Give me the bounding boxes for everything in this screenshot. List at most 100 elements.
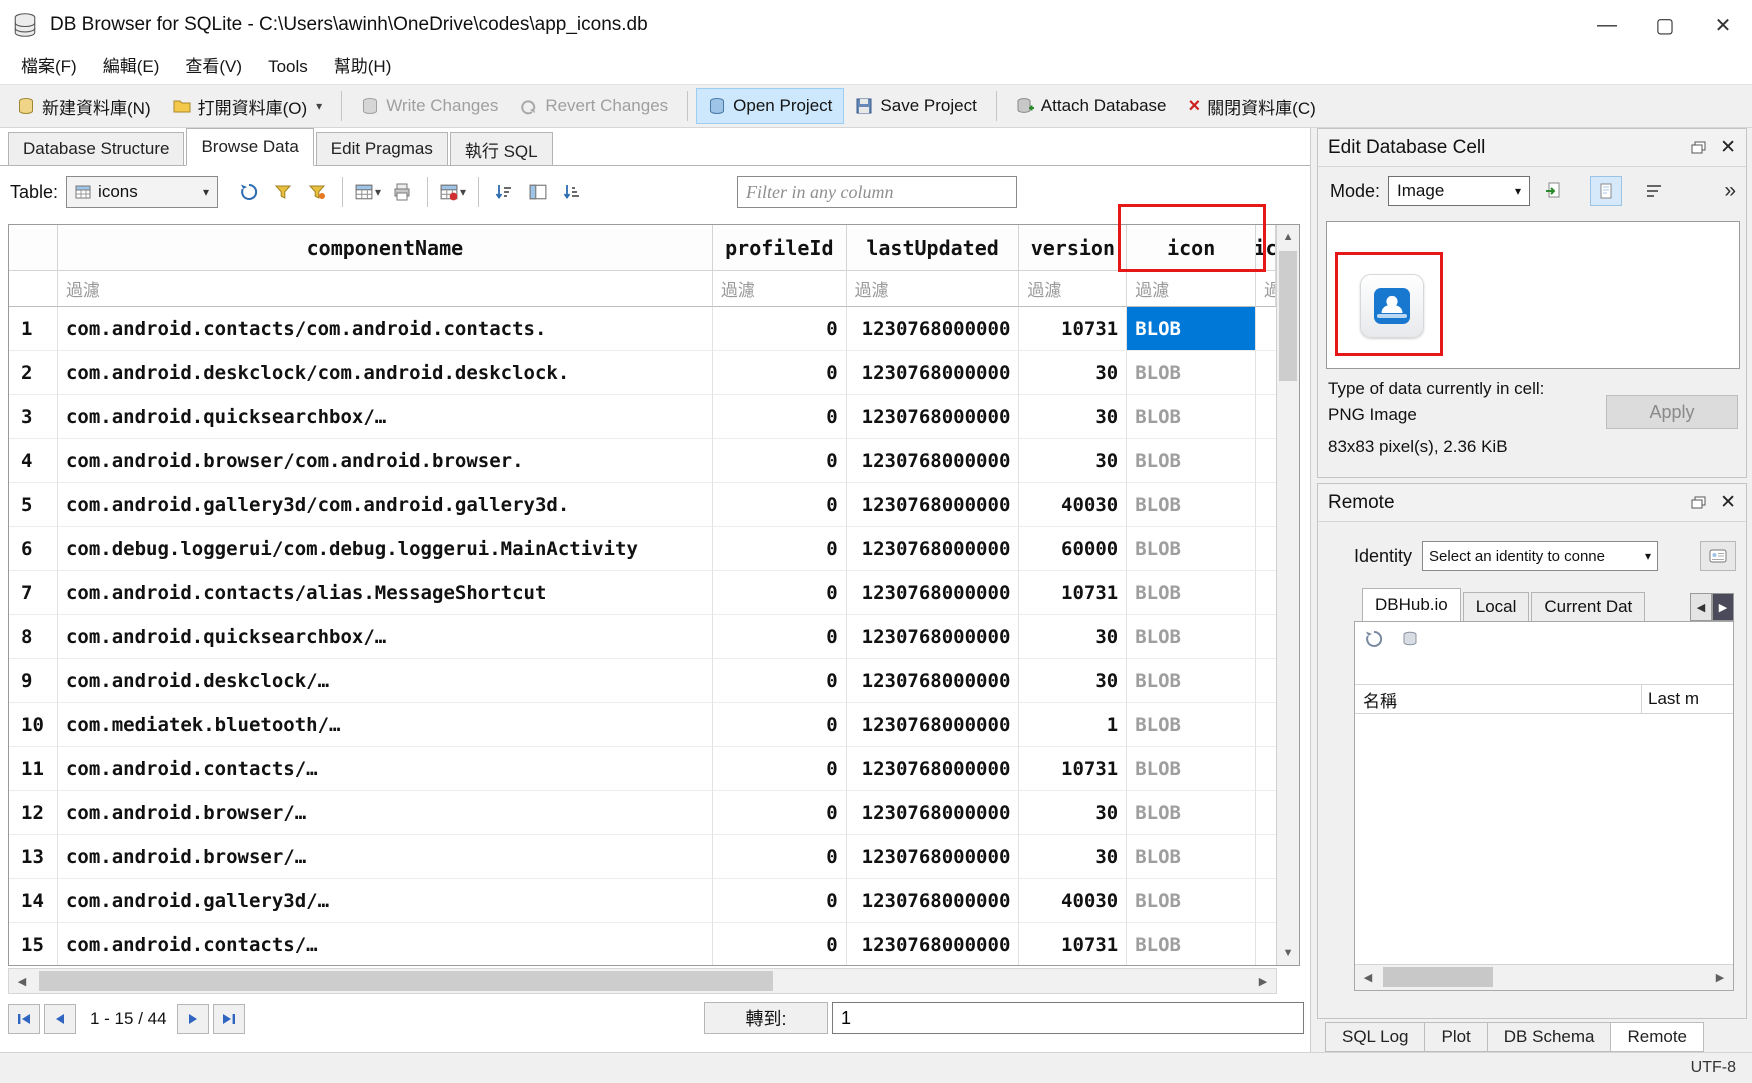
cell-lastUpdated[interactable]: 1230768000000 xyxy=(847,307,1020,351)
cell-profileId[interactable]: 0 xyxy=(713,527,847,571)
cell-icon-blob[interactable]: BLOB xyxy=(1127,923,1256,965)
attach-database-button[interactable]: Attach Database xyxy=(1005,88,1178,124)
cell-version[interactable]: 60000 xyxy=(1019,527,1127,571)
row-number-cell[interactable]: 6 xyxy=(9,527,58,571)
save-filters-button[interactable] xyxy=(300,176,334,208)
freeze-columns-button[interactable] xyxy=(521,176,555,208)
cell-lastUpdated[interactable]: 1230768000000 xyxy=(847,703,1020,747)
column-header-profileId[interactable]: profileId xyxy=(713,225,847,271)
row-number-cell[interactable]: 1 xyxy=(9,307,58,351)
menu-help[interactable]: 幫助(H) xyxy=(321,50,405,84)
cell-partial[interactable] xyxy=(1256,571,1276,615)
maximize-button[interactable]: ▢ xyxy=(1636,0,1694,50)
cell-icon-blob[interactable]: BLOB xyxy=(1127,307,1256,351)
cell-lastUpdated[interactable]: 1230768000000 xyxy=(847,483,1020,527)
row-number-cell[interactable]: 10 xyxy=(9,703,58,747)
undock-panel-icon[interactable] xyxy=(1691,141,1706,154)
cell-icon-blob[interactable]: BLOB xyxy=(1127,351,1256,395)
tab-execute-sql[interactable]: 執行 SQL xyxy=(450,132,553,165)
write-changes-button[interactable]: Write Changes xyxy=(350,88,509,124)
delete-record-button[interactable]: ▾ xyxy=(436,176,470,208)
cell-componentName[interactable]: com.android.browser/… xyxy=(58,791,713,835)
cell-profileId[interactable]: 0 xyxy=(713,483,847,527)
cell-lastUpdated[interactable]: 1230768000000 xyxy=(847,835,1020,879)
close-database-button[interactable]: × 關閉資料庫(C) xyxy=(1178,88,1327,124)
cell-componentName[interactable]: com.mediatek.bluetooth/… xyxy=(58,703,713,747)
cell-profileId[interactable]: 0 xyxy=(713,879,847,923)
cell-lastUpdated[interactable]: 1230768000000 xyxy=(847,923,1020,965)
cell-version[interactable]: 30 xyxy=(1019,439,1127,483)
cell-profileId[interactable]: 0 xyxy=(713,571,847,615)
cell-version[interactable]: 40030 xyxy=(1019,483,1127,527)
cell-partial[interactable] xyxy=(1256,791,1276,835)
remote-tabs-scroll-right[interactable]: ▶ xyxy=(1712,593,1734,621)
cell-profileId[interactable]: 0 xyxy=(713,439,847,483)
filter-profileId[interactable]: 過濾 xyxy=(713,271,847,307)
cell-lastUpdated[interactable]: 1230768000000 xyxy=(847,791,1020,835)
close-button[interactable]: ✕ xyxy=(1694,0,1752,50)
cell-version[interactable]: 1 xyxy=(1019,703,1127,747)
cell-componentName[interactable]: com.android.contacts/com.android.contact… xyxy=(58,307,713,351)
remote-scrollbar-thumb[interactable] xyxy=(1383,967,1493,987)
cell-componentName[interactable]: com.android.gallery3d/… xyxy=(58,879,713,923)
remote-tab-local[interactable]: Local xyxy=(1463,592,1530,621)
open-database-button[interactable]: 打開資料庫(O) ▾ xyxy=(162,88,334,124)
remote-modified-column-header[interactable]: Last m xyxy=(1641,685,1733,713)
cell-icon-blob[interactable]: BLOB xyxy=(1127,703,1256,747)
filter-lastUpdated[interactable]: 過濾 xyxy=(847,271,1020,307)
scroll-down-arrow[interactable]: ▼ xyxy=(1277,941,1299,965)
previous-record-button[interactable] xyxy=(44,1004,76,1034)
column-header-componentName[interactable]: componentName xyxy=(58,225,713,271)
cell-lastUpdated[interactable]: 1230768000000 xyxy=(847,527,1020,571)
filter-partial[interactable]: 過濾 xyxy=(1256,271,1276,307)
print-button[interactable] xyxy=(385,176,419,208)
cell-lastUpdated[interactable]: 1230768000000 xyxy=(847,395,1020,439)
cell-version[interactable]: 10731 xyxy=(1019,747,1127,791)
filter-version[interactable]: 過濾 xyxy=(1019,271,1127,307)
cell-version[interactable]: 30 xyxy=(1019,351,1127,395)
cell-componentName[interactable]: com.android.browser/… xyxy=(58,835,713,879)
new-record-button[interactable]: ▾ xyxy=(351,176,385,208)
grid-horizontal-scrollbar[interactable]: ◀ ▶ xyxy=(8,968,1277,994)
cell-lastUpdated[interactable]: 1230768000000 xyxy=(847,659,1020,703)
remote-tabs-scroll-left[interactable]: ◀ xyxy=(1690,593,1712,621)
cell-partial[interactable] xyxy=(1256,835,1276,879)
remote-name-column-header[interactable]: 名稱 xyxy=(1355,687,1397,712)
next-record-button[interactable] xyxy=(177,1004,209,1034)
row-number-cell[interactable]: 7 xyxy=(9,571,58,615)
cell-lastUpdated[interactable]: 1230768000000 xyxy=(847,879,1020,923)
cell-icon-blob[interactable]: BLOB xyxy=(1127,791,1256,835)
cell-icon-blob[interactable]: BLOB xyxy=(1127,615,1256,659)
row-number-cell[interactable]: 8 xyxy=(9,615,58,659)
menu-view[interactable]: 查看(V) xyxy=(172,50,255,84)
cell-componentName[interactable]: com.android.deskclock/… xyxy=(58,659,713,703)
cell-profileId[interactable]: 0 xyxy=(713,351,847,395)
menu-edit[interactable]: 編輯(E) xyxy=(90,50,173,84)
sort-descending-button[interactable] xyxy=(555,176,589,208)
column-header-partial[interactable]: ic xyxy=(1256,225,1276,271)
cell-partial[interactable] xyxy=(1256,307,1276,351)
cell-profileId[interactable]: 0 xyxy=(713,659,847,703)
new-database-button[interactable]: 新建資料庫(N) xyxy=(6,88,162,124)
cell-icon-blob[interactable]: BLOB xyxy=(1127,747,1256,791)
cell-componentName[interactable]: com.debug.loggerui/com.debug.loggerui.Ma… xyxy=(58,527,713,571)
cell-partial[interactable] xyxy=(1256,439,1276,483)
scroll-right-arrow[interactable]: ▶ xyxy=(1250,969,1276,993)
cell-partial[interactable] xyxy=(1256,351,1276,395)
cell-profileId[interactable]: 0 xyxy=(713,615,847,659)
cell-version[interactable]: 10731 xyxy=(1019,571,1127,615)
delete-record-dropdown-arrow[interactable]: ▾ xyxy=(460,185,466,199)
vertical-scrollbar-thumb[interactable] xyxy=(1279,251,1297,381)
new-record-dropdown-arrow[interactable]: ▾ xyxy=(375,185,381,199)
cell-icon-blob[interactable]: BLOB xyxy=(1127,527,1256,571)
remote-tab-current-database[interactable]: Current Dat xyxy=(1531,592,1645,621)
cell-componentName[interactable]: com.android.gallery3d/com.android.galler… xyxy=(58,483,713,527)
cell-componentName[interactable]: com.android.contacts/… xyxy=(58,747,713,791)
cell-componentName[interactable]: com.android.quicksearchbox/… xyxy=(58,395,713,439)
grid-vertical-scrollbar[interactable]: ▲ ▼ xyxy=(1276,225,1299,965)
refresh-button[interactable] xyxy=(232,176,266,208)
first-record-button[interactable] xyxy=(8,1004,40,1034)
menu-tools[interactable]: Tools xyxy=(255,50,321,84)
cell-partial[interactable] xyxy=(1256,527,1276,571)
cell-icon-blob[interactable]: BLOB xyxy=(1127,439,1256,483)
